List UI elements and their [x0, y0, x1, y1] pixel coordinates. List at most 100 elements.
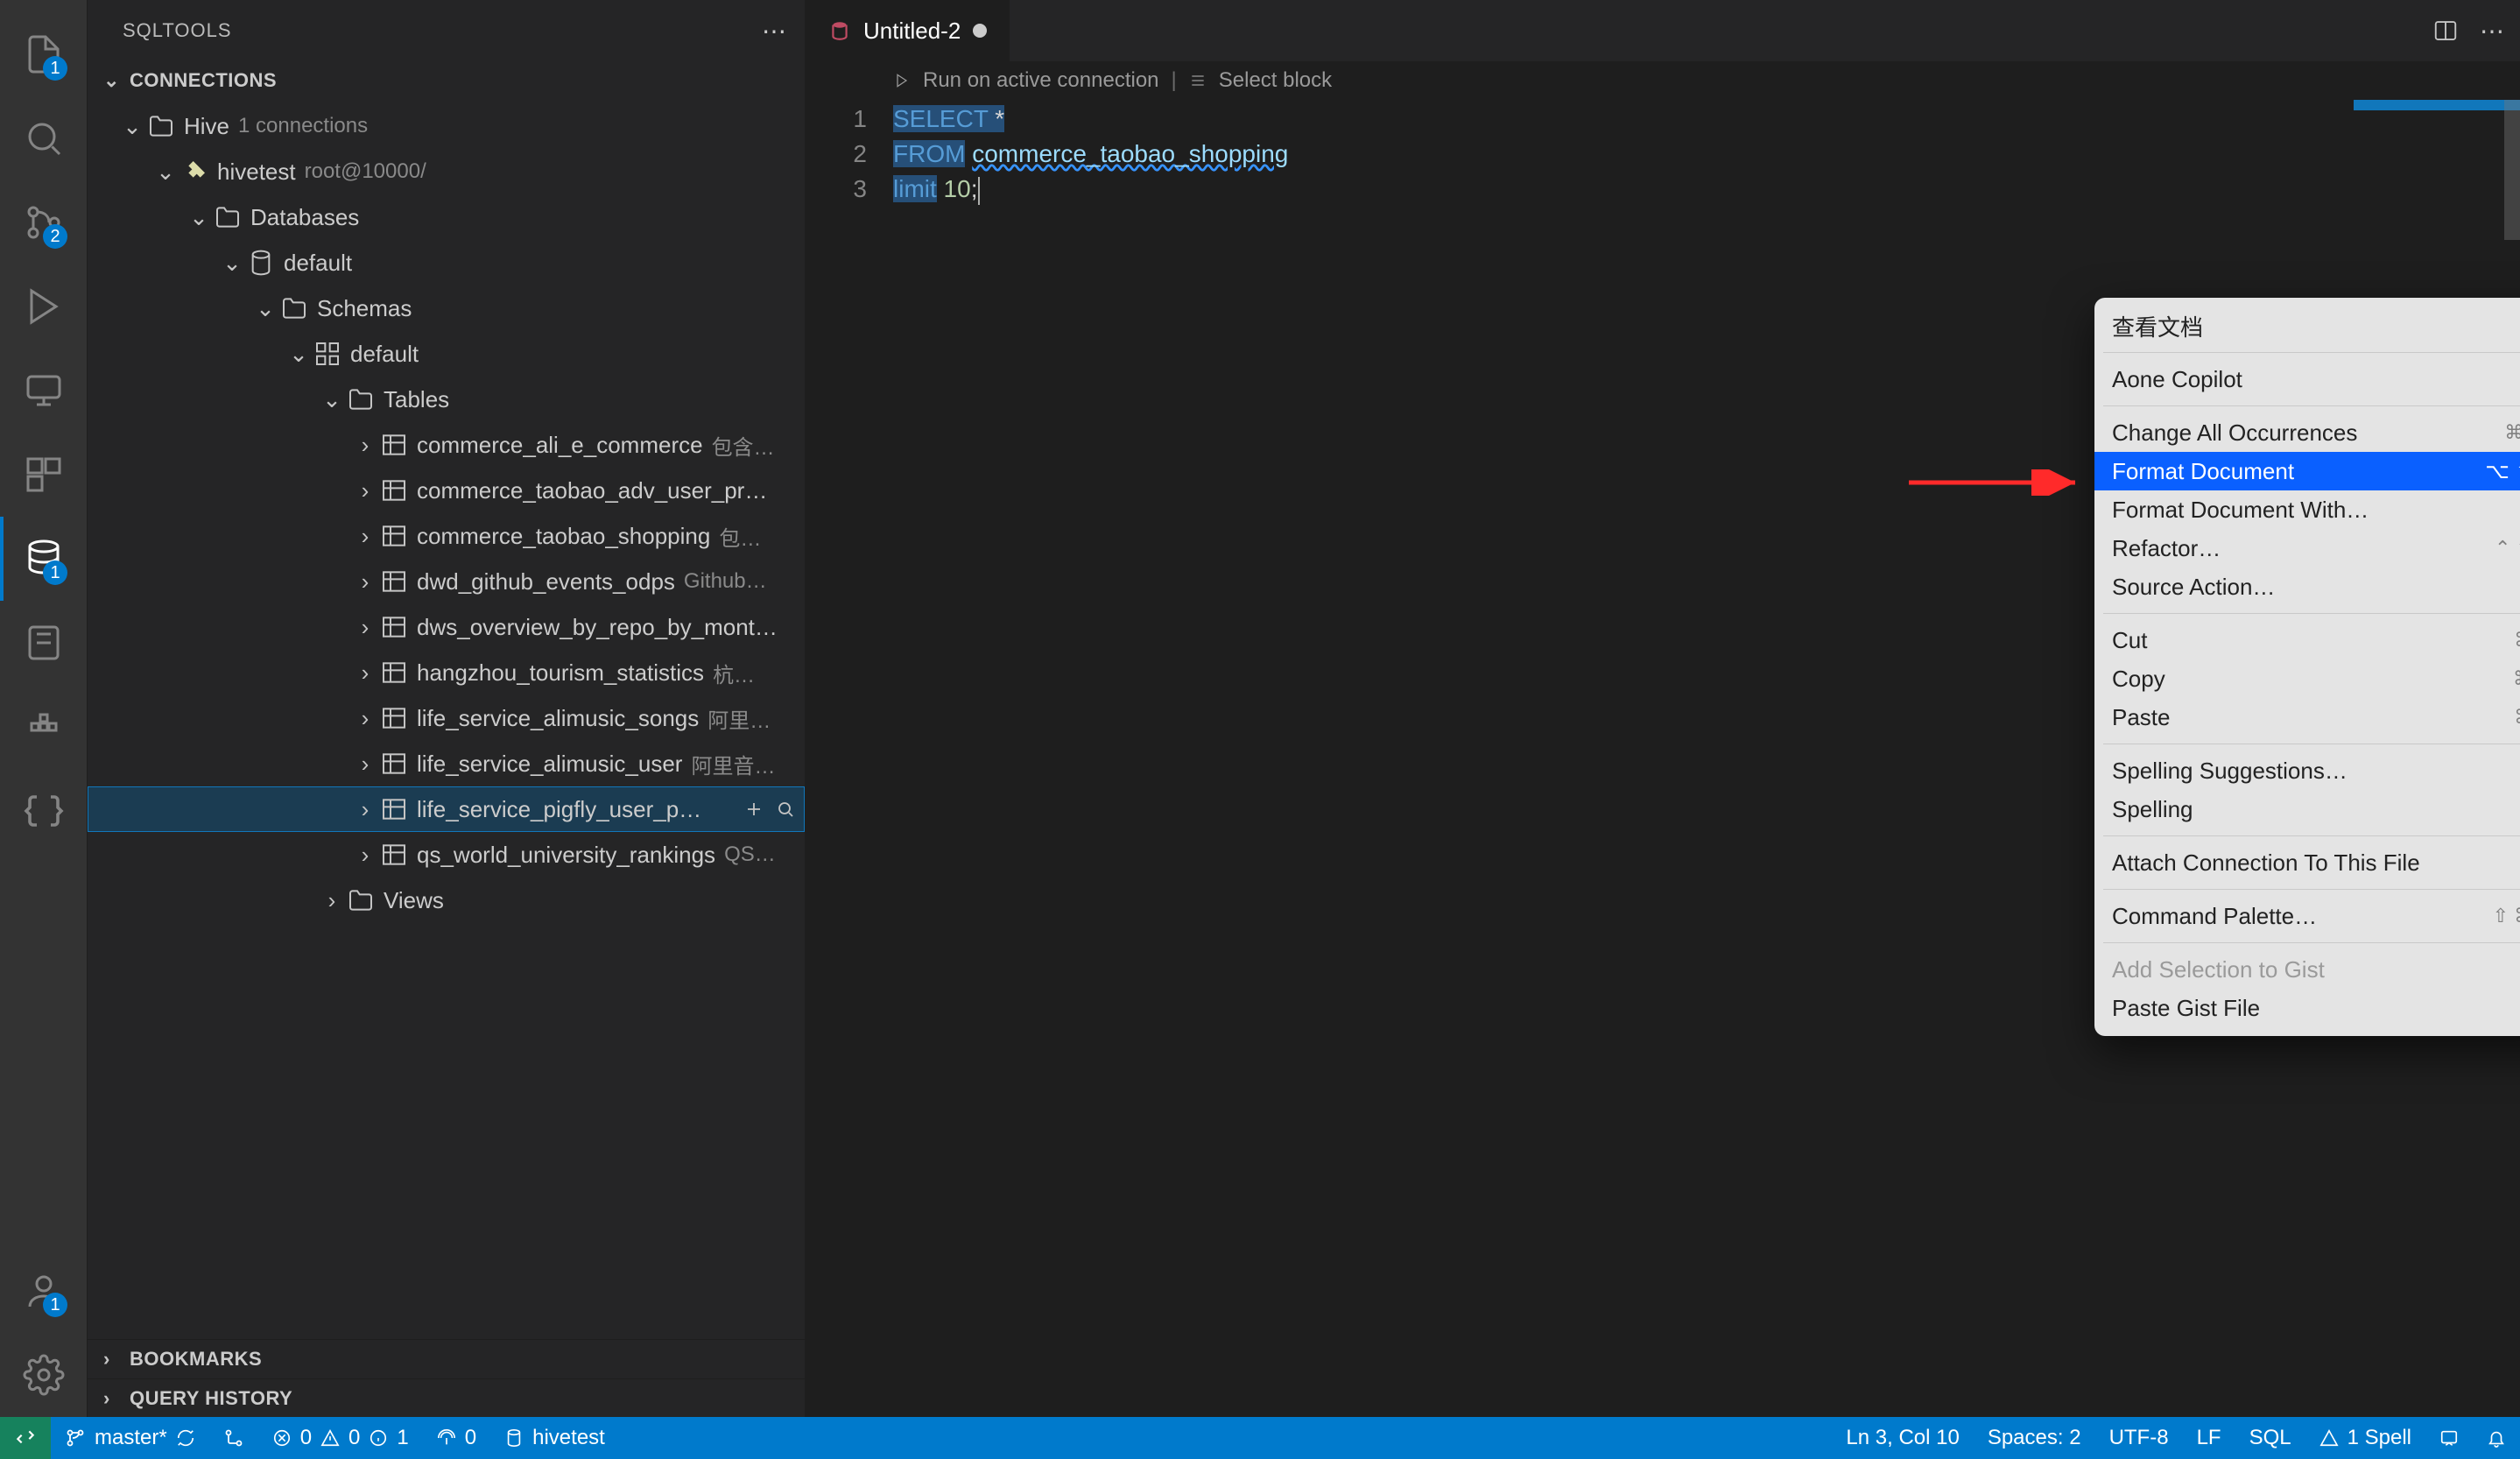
table-row[interactable]: ›commerce_taobao_adv_user_pr… [88, 468, 805, 513]
editor-tab-untitled[interactable]: Untitled-2 [806, 0, 1010, 61]
settings-activity[interactable] [0, 1333, 87, 1417]
cm-attach-connection[interactable]: Attach Connection To This File [2094, 843, 2520, 882]
cm-separator [2103, 352, 2520, 353]
chevron-right-icon: › [355, 708, 375, 728]
section-bookmarks[interactable]: › BOOKMARKS [88, 1340, 805, 1378]
sqltools-activity[interactable]: 1 [0, 517, 87, 601]
cm-cut[interactable]: Cut⌘ X [2094, 621, 2520, 659]
tree-default-schema[interactable]: ⌄ default [88, 331, 805, 377]
more-actions-icon[interactable]: ⋯ [2480, 17, 2504, 46]
code-ident: commerce_taobao_shopping [972, 140, 1288, 167]
code-lens-select[interactable]: Select block [1219, 68, 1332, 93]
language-mode[interactable]: SQL [2235, 1417, 2305, 1459]
cm-label: Add Selection to Gist [2112, 956, 2325, 983]
cm-shortcut: ⌘ C [2513, 667, 2520, 690]
table-row[interactable]: ›dws_overview_by_repo_by_mont… [88, 604, 805, 650]
cm-paste[interactable]: Paste⌘ V [2094, 698, 2520, 737]
cm-refactor[interactable]: Refactor…⌃ ⇧ R [2094, 529, 2520, 567]
play-icon[interactable] [893, 72, 911, 89]
indentation[interactable]: Spaces: 2 [1974, 1417, 2095, 1459]
tree-schemas[interactable]: ⌄ Schemas [88, 285, 805, 331]
editor-tabs: Untitled-2 ⋯ [806, 0, 2520, 61]
accounts-activity[interactable]: 1 [0, 1249, 87, 1333]
table-row[interactable]: ›qs_world_university_rankingsQS… [88, 832, 805, 878]
tree-databases[interactable]: ⌄ Databases [88, 194, 805, 240]
cm-spelling[interactable]: Spelling› [2094, 790, 2520, 828]
cm-change-all[interactable]: Change All Occurrences⌘ F2 [2094, 413, 2520, 452]
tree-views[interactable]: › Views [88, 878, 805, 923]
cm-view-doc[interactable]: 查看文档 [2094, 307, 2520, 345]
cursor-position[interactable]: Ln 3, Col 10 [1832, 1417, 1973, 1459]
table-icon [380, 567, 408, 596]
cm-label: Attach Connection To This File [2112, 849, 2420, 877]
active-connection[interactable]: hivetest [490, 1417, 619, 1459]
brackets-activity[interactable] [0, 769, 87, 853]
cm-paste-gist-file[interactable]: Paste Gist File [2094, 989, 2520, 1027]
cm-separator [2103, 405, 2520, 406]
tree-tables-label: Tables [384, 386, 449, 413]
cm-spelling-suggestions[interactable]: Spelling Suggestions… [2094, 751, 2520, 790]
folder-icon [280, 294, 308, 322]
cm-format-document[interactable]: Format Document⌥ ⇧ F [2094, 452, 2520, 490]
cm-shortcut: ⌘ V [2514, 706, 2520, 729]
table-icon [380, 704, 408, 732]
plus-icon[interactable] [743, 799, 764, 820]
git-branch[interactable]: master* [51, 1417, 209, 1459]
sync-icon[interactable] [176, 1428, 195, 1448]
scm-activity[interactable]: 2 [0, 180, 87, 264]
magnify-icon[interactable] [775, 799, 796, 820]
eol[interactable]: LF [2183, 1417, 2235, 1459]
sqltools-badge: 1 [43, 560, 67, 585]
merge-icon[interactable] [209, 1417, 258, 1459]
problems[interactable]: 0 0 1 [258, 1417, 423, 1459]
tree-hive-label: Hive [184, 113, 229, 140]
separator: | [1172, 68, 1177, 93]
table-row[interactable]: ›life_service_alimusic_user阿里音… [88, 741, 805, 786]
code-content[interactable]: SELECT * FROM commerce_taobao_shopping l… [893, 100, 1288, 1417]
table-icon [380, 795, 408, 823]
cm-aone-copilot[interactable]: Aone Copilot› [2094, 360, 2520, 398]
tree-hive[interactable]: ⌄ Hive 1 connections [88, 103, 805, 149]
cm-label: 查看文档 [2112, 310, 2203, 342]
code-semi: ; [971, 175, 978, 202]
remote-indicator[interactable] [0, 1417, 51, 1459]
extensions-activity[interactable] [0, 433, 87, 517]
spell-check[interactable]: 1 Spell [2305, 1417, 2425, 1459]
cm-format-document-with[interactable]: Format Document With… [2094, 490, 2520, 529]
remote-explorer-activity[interactable] [0, 349, 87, 433]
code-lens-run[interactable]: Run on active connection [923, 68, 1159, 93]
encoding[interactable]: UTF-8 [2095, 1417, 2183, 1459]
notifications-icon[interactable] [2473, 1417, 2520, 1459]
table-row[interactable]: ›commerce_ali_e_commerce包含… [88, 422, 805, 468]
cm-copy[interactable]: Copy⌘ C [2094, 659, 2520, 698]
tree-default-db[interactable]: ⌄ default [88, 240, 805, 285]
sidebar-more-icon[interactable]: ⋯ [762, 17, 787, 46]
chevron-right-icon: › [355, 754, 375, 773]
cm-label: Cut [2112, 627, 2147, 654]
search-activity[interactable] [0, 96, 87, 180]
split-editor-icon[interactable] [2432, 18, 2459, 44]
section-connections[interactable]: ⌄ CONNECTIONS [88, 61, 805, 100]
table-row[interactable]: ›hangzhou_tourism_statistics杭… [88, 650, 805, 695]
notebook-activity[interactable] [0, 601, 87, 685]
section-connections-label: CONNECTIONS [130, 69, 277, 92]
section-query-history[interactable]: › QUERY HISTORY [88, 1378, 805, 1417]
run-activity[interactable] [0, 264, 87, 349]
table-row[interactable]: ›dwd_github_events_odpsGithub… [88, 559, 805, 604]
scroll-thumb[interactable] [2504, 100, 2520, 240]
table-row[interactable]: ›life_service_pigfly_user_p… [88, 786, 805, 832]
code-star: * [988, 105, 1004, 132]
activity-bar: 1 2 1 [0, 0, 88, 1417]
cm-source-action[interactable]: Source Action… [2094, 567, 2520, 606]
table-row[interactable]: ›life_service_alimusic_songs阿里… [88, 695, 805, 741]
table-row[interactable]: ›commerce_taobao_shopping包… [88, 513, 805, 559]
ports[interactable]: 0 [423, 1417, 490, 1459]
explorer-activity[interactable]: 1 [0, 12, 87, 96]
tree-hivetest[interactable]: ⌄ hivetest root@10000/ [88, 149, 805, 194]
list-icon[interactable] [1189, 72, 1207, 89]
docker-activity[interactable] [0, 685, 87, 769]
table-name: qs_world_university_rankings [417, 842, 715, 869]
cm-command-palette[interactable]: Command Palette…⇧ ⌘ P [2094, 897, 2520, 935]
feedback-icon[interactable] [2425, 1417, 2473, 1459]
tree-tables[interactable]: ⌄ Tables [88, 377, 805, 422]
